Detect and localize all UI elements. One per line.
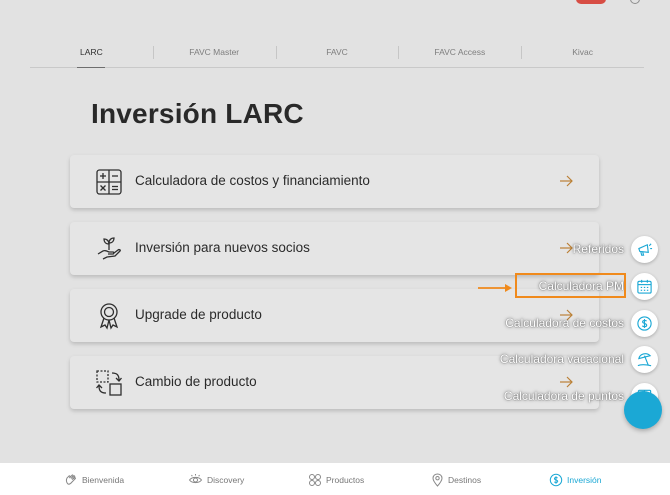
eye-icon	[188, 474, 203, 484]
tab-favc-access[interactable]: FAVC Access	[398, 40, 521, 67]
status-indicator	[576, 0, 606, 4]
fab-item-label: Calculadora de costos	[505, 316, 624, 330]
fab-main-button[interactable]	[624, 391, 662, 429]
nav-destinos[interactable]: Destinos	[431, 473, 481, 487]
nav-inversion[interactable]: Inversión	[549, 473, 602, 487]
nav-label: Discovery	[207, 475, 245, 485]
tab-favc[interactable]: FAVC	[275, 40, 399, 67]
tab-kivac[interactable]: Kivac	[521, 40, 644, 67]
dollar-circle-icon	[549, 473, 563, 487]
menu-item-label: Calculadora de costos y financiamiento	[135, 173, 370, 188]
status-bar	[0, 0, 670, 6]
tab-label: LARC	[80, 47, 103, 57]
beach-umbrella-icon	[637, 352, 652, 366]
fab-item-label: Calculadora vacacional	[499, 352, 624, 366]
map-pin-icon	[432, 473, 443, 487]
nav-label: Bienvenida	[82, 475, 125, 485]
tab-underline	[77, 66, 106, 68]
swap-icon	[96, 370, 122, 396]
menu-item-label: Inversión para nuevos socios	[135, 240, 310, 255]
calculator-icon	[96, 169, 122, 195]
tab-favc-master[interactable]: FAVC Master	[152, 40, 276, 67]
menu-item-cost-calculator[interactable]: Calculadora de costos y financiamiento	[70, 155, 599, 208]
menu-item-label: Cambio de producto	[135, 374, 257, 389]
nav-label: Destinos	[448, 475, 482, 485]
tab-label: FAVC Access	[434, 47, 486, 57]
arrow-right-icon	[560, 175, 573, 187]
calendar-icon	[637, 279, 652, 294]
arrow-right-icon	[560, 242, 573, 254]
nav-discovery[interactable]: Discovery	[188, 473, 244, 487]
page-title: Inversión LARC	[91, 98, 304, 129]
status-icon	[630, 0, 640, 4]
tab-larc[interactable]: LARC	[30, 40, 153, 68]
tab-label: FAVC	[326, 47, 348, 57]
dollar-coin-icon	[637, 315, 652, 331]
bottom-nav: Bienvenida Discovery Productos Destinos …	[0, 462, 670, 495]
fab-item-calculadora-costos[interactable]: Calculadora de costos	[505, 309, 658, 337]
products-grid-icon	[309, 474, 321, 486]
nav-label: Inversión	[567, 475, 602, 485]
fab-icon-circle	[631, 345, 658, 373]
nav-productos[interactable]: Productos	[308, 473, 364, 487]
fab-item-label: Referidos	[572, 242, 624, 256]
nav-label: Productos	[326, 475, 365, 485]
tab-label: FAVC Master	[189, 47, 240, 57]
fab-item-label: Calculadora de puntos	[503, 389, 624, 403]
award-ribbon-icon	[99, 303, 119, 330]
fab-icon-circle	[631, 309, 658, 337]
fab-icon-circle	[631, 272, 658, 300]
product-tabs: LARC FAVC Master FAVC FAVC Access Kivac	[30, 40, 644, 68]
fab-icon-circle	[631, 235, 658, 263]
nav-bienvenida[interactable]: Bienvenida	[64, 473, 124, 487]
pointer-arrow-icon	[478, 284, 512, 292]
menu-item-new-partners[interactable]: Inversión para nuevos socios	[70, 222, 599, 275]
hand-wave-icon	[65, 474, 76, 485]
menu-item-label: Upgrade de producto	[135, 307, 262, 322]
highlight-box	[515, 273, 626, 298]
fab-item-referidos[interactable]: Referidos	[573, 235, 658, 263]
tab-label: Kivac	[572, 47, 593, 57]
plant-hand-icon	[97, 237, 121, 260]
fab-item-calculadora-vacacional[interactable]: Calculadora vacacional	[500, 345, 658, 373]
megaphone-icon	[638, 242, 653, 256]
